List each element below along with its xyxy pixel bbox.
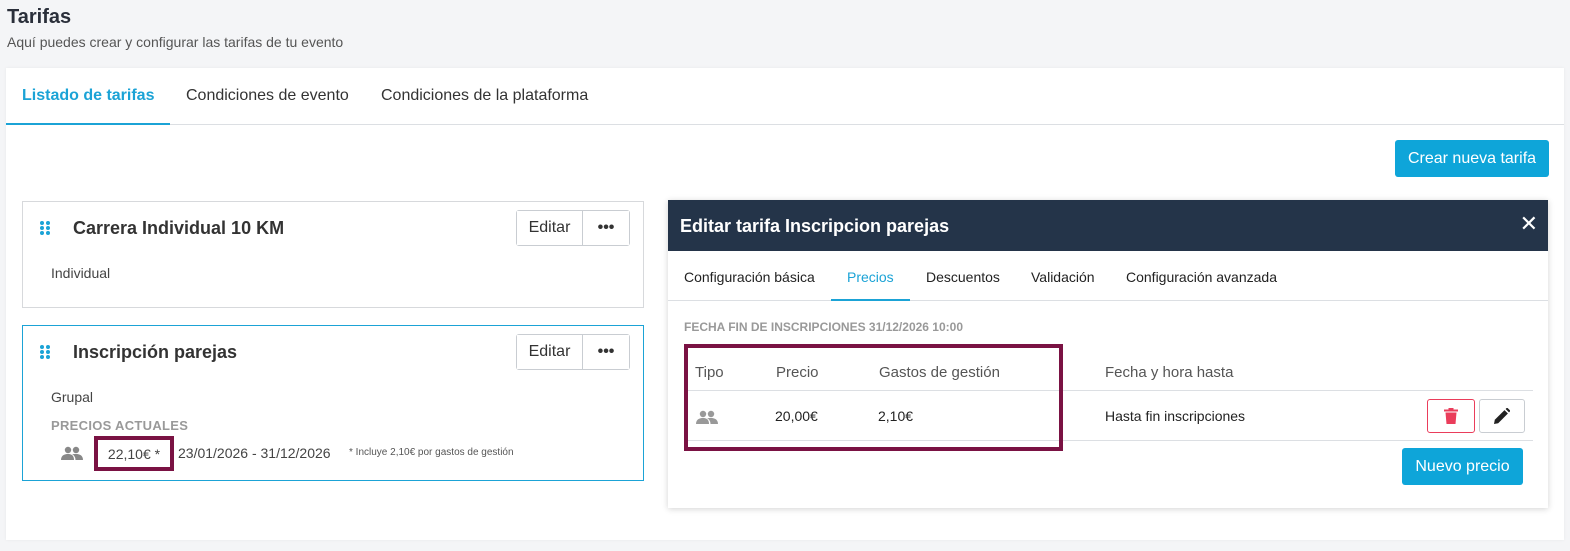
- new-price-button[interactable]: Nuevo precio: [1402, 448, 1523, 485]
- group-icon: [696, 410, 718, 424]
- price-note: * Incluye 2,10€ por gastos de gestión: [349, 447, 514, 458]
- drag-handle-icon[interactable]: [40, 345, 52, 359]
- more-options-button[interactable]: •••: [583, 211, 629, 245]
- group-icon: [61, 446, 83, 460]
- column-header-gastos: Gastos de gestión: [879, 364, 1000, 381]
- tab-listado-de-tarifas[interactable]: Listado de tarifas: [22, 87, 154, 105]
- trash-icon: [1444, 408, 1458, 424]
- cell-gastos: 2,10€: [878, 408, 914, 424]
- column-header-precio: Precio: [776, 364, 819, 381]
- current-price: 22,10€ *: [94, 436, 174, 471]
- column-header-fecha: Fecha y hora hasta: [1105, 364, 1234, 381]
- active-tab-indicator: [831, 299, 910, 301]
- drag-handle-icon[interactable]: [40, 221, 52, 235]
- fecha-fin-inscripciones: FECHA FIN DE INSCRIPCIONES 31/12/2026 10…: [684, 320, 963, 334]
- edit-price-button[interactable]: [1479, 399, 1525, 433]
- edit-button[interactable]: Editar: [517, 335, 583, 369]
- table-row-divider: [684, 440, 1533, 441]
- close-icon[interactable]: ✕: [1520, 213, 1538, 235]
- page-subtitle: Aquí puedes crear y configurar las tarif…: [7, 34, 344, 50]
- main-tabs: Listado de tarifas Condiciones de evento…: [6, 68, 1564, 125]
- tab-configuracion-basica[interactable]: Configuración básica: [684, 269, 815, 285]
- edit-tarifa-panel: Editar tarifa Inscripcion parejas ✕ Conf…: [668, 200, 1548, 508]
- tab-precios[interactable]: Precios: [847, 269, 894, 285]
- tarifa-actions: Editar •••: [516, 210, 630, 246]
- precios-actuales-label: PRECIOS ACTUALES: [51, 418, 189, 433]
- highlight-annotation: [684, 344, 1063, 451]
- tarifas-card: Listado de tarifas Condiciones de evento…: [6, 68, 1564, 540]
- active-tab-indicator: [6, 123, 170, 125]
- tab-validacion[interactable]: Validación: [1031, 269, 1095, 285]
- price-row: 22,10€ * 23/01/2026 - 31/12/2026 * Inclu…: [51, 436, 611, 472]
- tarifa-name: Carrera Individual 10 KM: [73, 218, 285, 238]
- table-header-divider: [684, 390, 1533, 391]
- page-title: Tarifas: [7, 6, 72, 28]
- tarifa-card-carrera-individual[interactable]: Carrera Individual 10 KM Editar ••• Indi…: [22, 201, 644, 308]
- tarifa-name: Inscripción parejas: [73, 342, 238, 362]
- pencil-icon: [1494, 408, 1510, 424]
- cell-fecha: Hasta fin inscripciones: [1105, 408, 1246, 424]
- tab-condiciones-de-la-plataforma[interactable]: Condiciones de la plataforma: [381, 87, 588, 105]
- tarifa-card-inscripcion-parejas[interactable]: Inscripción parejas Editar ••• Grupal PR…: [22, 325, 644, 481]
- panel-tabs: Configuración básica Precios Descuentos …: [668, 251, 1548, 301]
- tarifa-type: Individual: [51, 265, 111, 281]
- column-header-tipo: Tipo: [695, 364, 724, 381]
- tarifa-type: Grupal: [51, 389, 94, 405]
- tab-condiciones-de-evento[interactable]: Condiciones de evento: [186, 87, 349, 105]
- delete-price-button[interactable]: [1427, 399, 1475, 433]
- tab-descuentos[interactable]: Descuentos: [926, 269, 1000, 285]
- cell-precio: 20,00€: [775, 408, 818, 424]
- panel-title: Editar tarifa Inscripcion parejas: [680, 216, 950, 236]
- tarifa-actions: Editar •••: [516, 334, 630, 370]
- panel-header: Editar tarifa Inscripcion parejas ✕: [668, 200, 1548, 251]
- more-options-button[interactable]: •••: [583, 335, 629, 369]
- price-dates: 23/01/2026 - 31/12/2026: [178, 445, 331, 461]
- edit-button[interactable]: Editar: [517, 211, 583, 245]
- tab-configuracion-avanzada[interactable]: Configuración avanzada: [1126, 269, 1277, 285]
- create-tarifa-button[interactable]: Crear nueva tarifa: [1395, 140, 1549, 177]
